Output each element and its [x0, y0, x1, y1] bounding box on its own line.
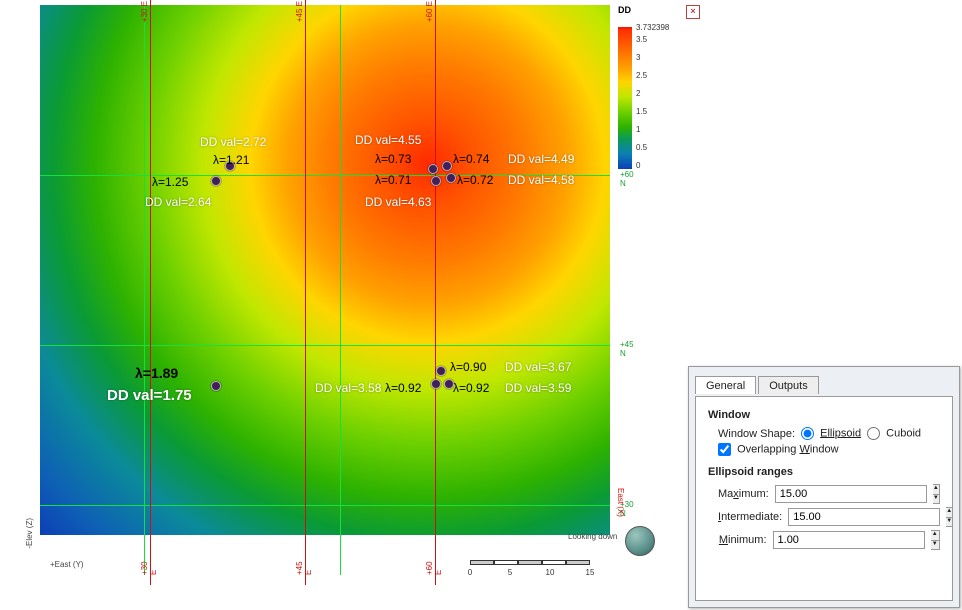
- gridline-h-60n: [40, 175, 610, 176]
- heatmap-viewport[interactable]: +60 N +45 N +30 N +30 E +45 E +60 E +30 …: [40, 5, 610, 575]
- spin-down-icon[interactable]: ▼: [946, 518, 952, 527]
- scale-tick-5: 5: [508, 568, 512, 577]
- window-shape-label: Window Shape:: [718, 428, 795, 440]
- tab-outputs[interactable]: Outputs: [758, 376, 819, 394]
- gridline-v-1: [144, 5, 145, 575]
- gridline-h-30n: [40, 505, 610, 506]
- minimum-input[interactable]: [773, 531, 925, 549]
- scale-seg-2: [518, 560, 542, 565]
- point-p10[interactable]: [444, 379, 454, 389]
- legend-tick-2: 2: [636, 89, 640, 98]
- point-p8[interactable]: [431, 379, 441, 389]
- point-p9[interactable]: [436, 366, 446, 376]
- legend-marker: [618, 27, 632, 29]
- shape-ellipsoid-option[interactable]: Ellipsoid: [801, 427, 861, 440]
- legend-tick-1: 1: [636, 125, 640, 134]
- color-legend: DD × 3.732398 3.5 3 2.5 2 1.5 1 0.5 0: [618, 5, 700, 180]
- tab-general[interactable]: General: [695, 376, 756, 394]
- dialog-tabs: General Outputs: [695, 375, 818, 397]
- legend-tick-3: 3: [636, 53, 640, 62]
- window-section-label: Window: [708, 409, 940, 421]
- redlabel-top-60e: +60 E: [425, 1, 434, 22]
- intermediate-input[interactable]: [788, 508, 940, 526]
- scale-seg-1: [494, 560, 518, 565]
- tab-body-general: Window Window Shape: Ellipsoid Cuboid Ov…: [695, 396, 953, 601]
- scale-tick-0: 0: [468, 568, 472, 577]
- shape-ellipsoid-radio[interactable]: [801, 427, 814, 440]
- point-p3[interactable]: [428, 164, 438, 174]
- gridline-h-45n: [40, 345, 610, 346]
- point-p7[interactable]: [211, 381, 221, 391]
- axis-x-label: +East (Y): [50, 560, 84, 569]
- minimum-spinner[interactable]: ▲▼: [931, 530, 940, 550]
- point-p6[interactable]: [446, 173, 456, 183]
- maximum-spinner[interactable]: ▲▼: [933, 484, 940, 504]
- redline-30e: [150, 0, 151, 585]
- legend-close-button[interactable]: ×: [686, 5, 700, 19]
- heatmap-surface: [40, 5, 610, 535]
- shape-cuboid-radio[interactable]: [867, 427, 880, 440]
- spin-up-icon[interactable]: ▲: [931, 531, 939, 541]
- redlabel-top-45e: +45 E: [295, 1, 304, 22]
- shape-cuboid-option[interactable]: Cuboid: [867, 427, 921, 440]
- point-p4[interactable]: [442, 161, 452, 171]
- legend-tick-05: 0.5: [636, 143, 647, 152]
- east-x-side-label: East (X): [616, 488, 625, 517]
- spin-down-icon[interactable]: ▼: [931, 541, 939, 550]
- legend-tick-15: 1.5: [636, 107, 647, 116]
- redline-60e: [435, 0, 436, 585]
- legend-tick-25: 2.5: [636, 71, 647, 80]
- scale-seg-3: [542, 560, 566, 565]
- redlabel-top-30e: +30 E: [140, 1, 149, 22]
- point-p5[interactable]: [431, 176, 441, 186]
- scale-seg-4: [566, 560, 590, 565]
- maximum-input[interactable]: [775, 485, 927, 503]
- scale-bar: 0 5 10 15: [470, 556, 610, 568]
- intermediate-label: Intermediate:: [718, 511, 782, 523]
- scale-seg-0: [470, 560, 494, 565]
- gridline-v-2: [340, 5, 341, 575]
- redline-45e: [305, 0, 306, 585]
- intermediate-spinner[interactable]: ▲▼: [946, 507, 953, 527]
- overlapping-checkbox[interactable]: [718, 443, 731, 456]
- legend-title: DD: [618, 5, 631, 15]
- spin-up-icon[interactable]: ▲: [946, 508, 952, 518]
- overlapping-option[interactable]: Overlapping Window: [718, 443, 839, 456]
- spin-down-icon[interactable]: ▼: [933, 495, 939, 504]
- minimum-label: Minimum:: [718, 534, 767, 546]
- compass-icon: [625, 526, 655, 556]
- legend-tick-35: 3.5: [636, 35, 647, 44]
- looking-direction: Looking down: [568, 532, 617, 541]
- axis-z-label: -Elev (Z): [25, 518, 34, 549]
- ranges-section-label: Ellipsoid ranges: [708, 466, 940, 478]
- grid-label-45n: +45 N: [620, 340, 634, 358]
- map-footer: -Elev (Z) +East (Y) Looking down East (X…: [40, 548, 640, 578]
- spin-up-icon[interactable]: ▲: [933, 485, 939, 495]
- point-p2[interactable]: [225, 161, 235, 171]
- legend-gradient: [618, 19, 632, 169]
- point-p1[interactable]: [211, 176, 221, 186]
- scale-tick-15: 15: [586, 568, 595, 577]
- legend-max: 3.732398: [636, 23, 669, 32]
- max-label: Maximum:: [718, 488, 769, 500]
- settings-dialog: General Outputs Window Window Shape: Ell…: [688, 366, 960, 608]
- scale-tick-10: 10: [546, 568, 555, 577]
- legend-tick-0: 0: [636, 161, 640, 170]
